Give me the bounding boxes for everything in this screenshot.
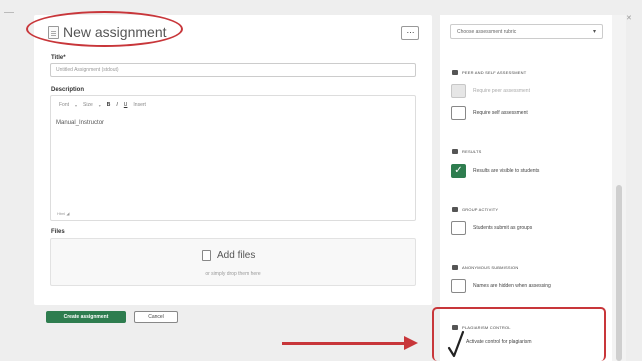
option-self-assessment[interactable]: Require self assessment [451, 106, 528, 120]
section-group-heading: Group activity [452, 207, 498, 212]
option-group-submit[interactable]: Students submit as groups [451, 221, 532, 235]
italic-button[interactable]: I [116, 102, 117, 108]
font-select[interactable]: Font [59, 102, 69, 108]
hand-drawn-check-icon[interactable] [447, 330, 465, 358]
option-plagiarism[interactable]: Activate control for plagiarism [466, 339, 532, 345]
people-icon [452, 70, 458, 75]
trophy-icon [452, 149, 458, 154]
description-editor[interactable]: Font ▾ Size ▾ B I U Insert Manual_Instru… [50, 95, 416, 221]
annotation-arrow-head-icon [404, 336, 418, 350]
add-files-button[interactable]: Add files [202, 250, 255, 261]
document-icon [48, 25, 59, 39]
group-submit-checkbox[interactable] [451, 221, 466, 235]
editor-content[interactable]: Manual_Instructor [56, 120, 104, 126]
underline-button[interactable]: U [124, 102, 128, 108]
page-title: New assignment [63, 24, 167, 40]
files-field-label: Files [51, 229, 65, 235]
section-peer-self-heading: Peer and self assessment [452, 70, 526, 75]
drop-hint: or simply drop them here [205, 271, 261, 277]
results-visible-checkbox[interactable]: ✓ [451, 164, 466, 178]
section-results-heading: Results [452, 149, 482, 154]
option-label: Names are hidden when assessing [473, 283, 551, 289]
title-input[interactable]: Untitled Assignment (stdout) [50, 63, 416, 77]
section-anonymous-heading: Anonymous submission [452, 265, 518, 270]
create-assignment-button[interactable]: Create assignment [46, 311, 126, 323]
font-caret-icon: ▾ [75, 102, 78, 108]
option-results-visible[interactable]: ✓ Results are visible to students [451, 164, 539, 178]
option-peer-assessment[interactable]: Require peer assessment [451, 84, 530, 98]
anonymous-checkbox[interactable] [451, 279, 466, 293]
option-label: Require self assessment [473, 110, 528, 116]
cancel-button[interactable]: Cancel [134, 311, 178, 323]
title-field-label: Title* [51, 55, 66, 61]
window-dash [4, 12, 14, 13]
chevron-down-icon: ▾ [592, 29, 596, 35]
option-label: Results are visible to students [473, 168, 540, 174]
option-label: Activate control for plagiarism [466, 339, 532, 345]
person-icon [452, 265, 458, 270]
description-field-label: Description [51, 87, 85, 93]
annotation-arrow-shaft [282, 342, 406, 345]
size-caret-icon: ▾ [98, 102, 101, 108]
option-label: Require peer assessment [473, 88, 530, 94]
scrollbar-thumb[interactable] [616, 185, 622, 361]
add-files-label: Add files [217, 250, 256, 261]
peer-assessment-checkbox[interactable] [451, 84, 466, 98]
size-select[interactable]: Size [83, 102, 93, 108]
file-drop-zone[interactable]: Add files or simply drop them here [50, 238, 416, 286]
editor-status: Html ◢ [57, 211, 70, 216]
self-assessment-checkbox[interactable] [451, 106, 466, 120]
rubric-select-value: Choose assessment rubric [457, 28, 517, 35]
page-title-row: New assignment [48, 22, 167, 42]
editor-toolbar: Font ▾ Size ▾ B I U Insert [59, 102, 146, 108]
bold-button[interactable]: B [107, 102, 111, 108]
option-label: Students submit as groups [473, 225, 533, 231]
more-options-button[interactable]: ⋯ [401, 26, 419, 40]
rubric-select[interactable]: Choose assessment rubric ▾ [450, 24, 603, 39]
close-dot-icon[interactable]: ✕ [626, 14, 632, 22]
option-anonymous[interactable]: Names are hidden when assessing [451, 279, 551, 293]
insert-button[interactable]: Insert [133, 102, 146, 108]
file-icon [202, 250, 211, 261]
group-icon [452, 207, 458, 212]
